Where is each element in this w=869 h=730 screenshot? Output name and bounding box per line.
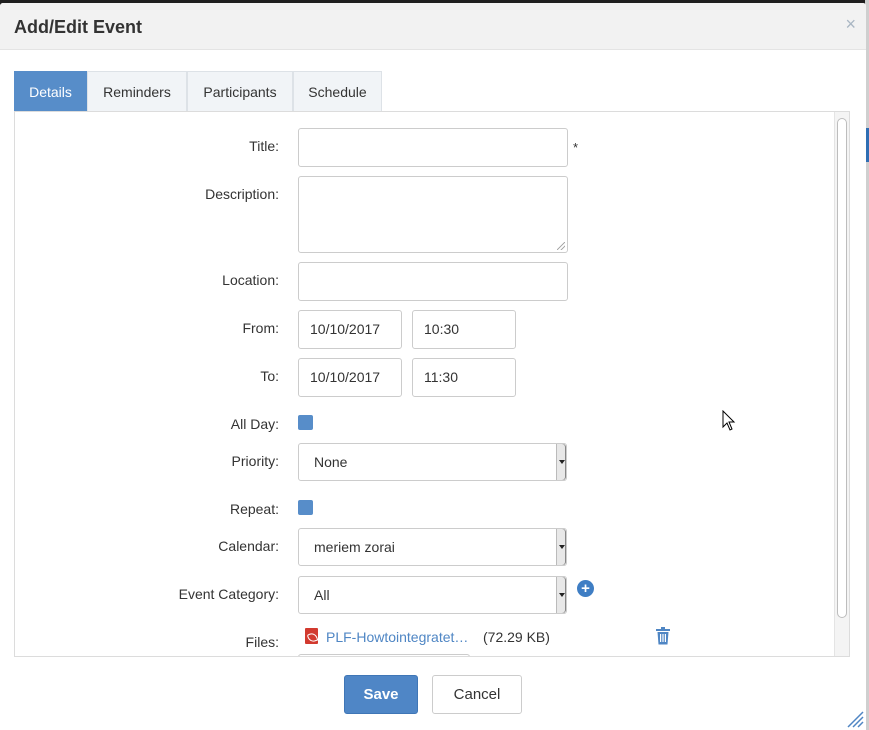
priority-value: None xyxy=(314,454,348,470)
file-upload-field[interactable] xyxy=(298,654,470,656)
plus-circle-icon[interactable]: + xyxy=(577,580,594,597)
from-time-input[interactable]: 10:30 xyxy=(412,310,516,349)
repeat-checkbox[interactable] xyxy=(298,500,313,515)
location-input[interactable] xyxy=(298,262,568,301)
chevron-down-icon[interactable] xyxy=(556,529,566,565)
category-value: All xyxy=(314,587,330,603)
priority-label: Priority: xyxy=(231,453,279,469)
dialog-header: Add/Edit Event × xyxy=(0,3,866,50)
repeat-label: Repeat: xyxy=(229,501,279,517)
required-mark: * xyxy=(573,140,579,155)
tab-schedule[interactable]: Schedule xyxy=(293,71,382,112)
mouse-cursor-icon xyxy=(722,410,736,431)
trash-icon[interactable] xyxy=(655,627,671,645)
description-textarea[interactable] xyxy=(298,176,568,253)
save-button[interactable]: Save xyxy=(344,675,418,714)
file-size: (72.29 KB) xyxy=(483,629,550,645)
scrollbar-thumb[interactable] xyxy=(837,118,847,618)
chevron-down-icon[interactable] xyxy=(556,577,566,613)
description-label: Description: xyxy=(205,186,279,202)
details-panel: Title: * Description: Location: From: 10… xyxy=(14,111,850,657)
pdf-icon xyxy=(305,628,318,644)
location-label: Location: xyxy=(222,272,279,288)
cancel-button[interactable]: Cancel xyxy=(432,675,522,714)
title-input[interactable] xyxy=(298,128,568,167)
file-link[interactable]: PLF-Howtointegratet… xyxy=(326,629,474,645)
tab-details[interactable]: Details xyxy=(14,71,87,112)
category-label: Event Category: xyxy=(178,586,279,602)
allday-label: All Day: xyxy=(230,416,279,432)
category-select[interactable]: All xyxy=(298,576,567,614)
calendar-value: meriem zorai xyxy=(314,539,395,555)
to-label: To: xyxy=(260,368,279,384)
from-date-input[interactable]: 10/10/2017 xyxy=(298,310,402,349)
from-label: From: xyxy=(242,320,279,336)
add-edit-event-dialog: Add/Edit Event × Details Reminders Parti… xyxy=(0,3,866,730)
calendar-select[interactable]: meriem zorai xyxy=(298,528,567,566)
calendar-label: Calendar: xyxy=(218,538,279,554)
to-time-input[interactable]: 11:30 xyxy=(412,358,516,397)
title-label: Title: xyxy=(249,138,279,154)
resize-grip-icon[interactable] xyxy=(557,242,565,250)
priority-select[interactable]: None xyxy=(298,443,567,481)
to-date-input[interactable]: 10/10/2017 xyxy=(298,358,402,397)
chevron-down-icon[interactable] xyxy=(556,444,566,480)
close-icon[interactable]: × xyxy=(845,13,856,35)
files-label: Files: xyxy=(245,634,279,650)
dialog-resize-icon[interactable] xyxy=(846,710,864,728)
tab-reminders[interactable]: Reminders xyxy=(87,71,187,112)
panel-scrollbar[interactable] xyxy=(834,112,849,656)
tab-participants[interactable]: Participants xyxy=(187,71,293,112)
dialog-title: Add/Edit Event xyxy=(14,17,143,37)
allday-checkbox[interactable] xyxy=(298,415,313,430)
